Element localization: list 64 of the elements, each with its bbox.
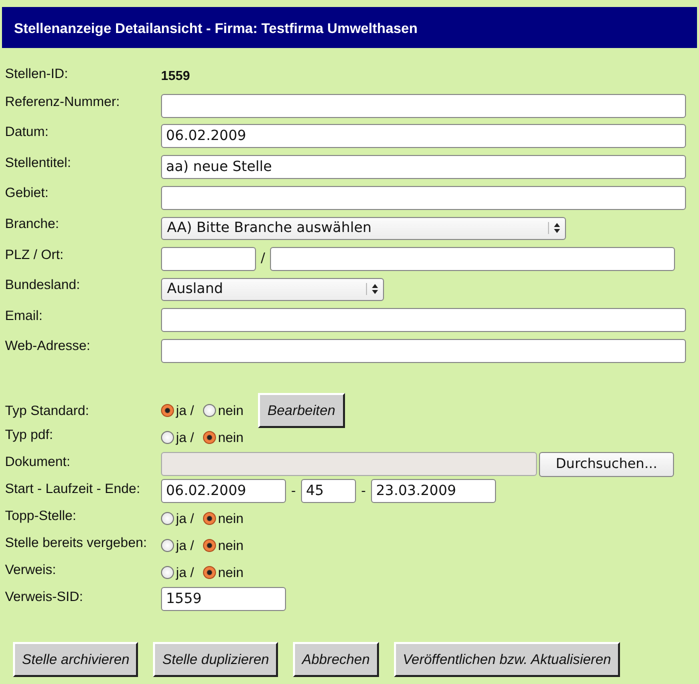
radio-button[interactable] (203, 566, 216, 579)
radio-button[interactable] (203, 538, 216, 552)
dropdown[interactable]: AA) Bitte Branche auswählen (161, 216, 566, 240)
field-label: Web-Adresse: (4, 337, 92, 354)
input-field[interactable]: 23.03.2009 (371, 479, 496, 504)
updown-arrows-icon (366, 283, 379, 296)
option-label: ja / (176, 430, 194, 445)
radio-button[interactable] (203, 404, 216, 417)
input-field[interactable]: 45 (301, 479, 356, 504)
input-field[interactable]: 1559 (161, 587, 286, 612)
field-label: Stellen-ID: (4, 65, 70, 81)
action-button[interactable]: Stelle duplizieren (153, 642, 278, 677)
field-label: Stellentitel: (4, 154, 72, 170)
input-field[interactable] (270, 246, 675, 271)
field-label: Referenz-Nummer: (4, 92, 121, 109)
dropdown[interactable]: Ausland (161, 278, 384, 301)
field-label: PLZ / Ort: (4, 246, 65, 262)
input-field[interactable]: 06.02.2009 (161, 124, 686, 148)
id-value: 1559 (161, 68, 190, 83)
input-field[interactable] (161, 308, 686, 332)
field-label: Datum: (4, 123, 50, 140)
option-label: nein (218, 510, 244, 526)
field-label: Verweis: (4, 560, 58, 577)
option-label: nein (218, 430, 244, 445)
action-button[interactable]: Stelle archivieren (13, 642, 138, 677)
field-label: Typ pdf: (4, 426, 54, 442)
field-label: Gebiet: (4, 184, 50, 200)
separator-text: - (290, 484, 297, 499)
radio-button[interactable] (203, 512, 216, 525)
field-label: Dokument: (4, 452, 72, 469)
radio-button[interactable] (161, 566, 174, 579)
option-label: nein (218, 402, 244, 418)
option-label: ja / (176, 564, 194, 580)
field-label: Start - Laufzeit - Ende: (4, 480, 142, 496)
field-label: Stelle bereits vergeben: (4, 534, 148, 550)
input-field[interactable] (161, 246, 256, 271)
option-label: ja / (176, 538, 194, 553)
radio-button[interactable] (161, 538, 174, 552)
input-field[interactable] (161, 186, 686, 210)
action-button[interactable]: Abbrechen (293, 642, 379, 677)
radio-button[interactable] (161, 430, 174, 444)
radio-button[interactable] (161, 404, 174, 417)
radio-button[interactable] (161, 512, 174, 525)
field-label: Bundesland: (4, 276, 82, 292)
input-field[interactable]: aa) neue Stelle (161, 155, 686, 180)
field-label: Branche: (4, 214, 60, 231)
separator-text: / (260, 251, 266, 266)
field-label: Topp-Stelle: (4, 506, 78, 523)
action-button[interactable]: Veröffentlichen bzw. Aktualisieren (394, 642, 620, 677)
input-field[interactable]: 06.02.2009 (161, 479, 286, 504)
field-label: Email: (4, 306, 44, 323)
option-label: nein (218, 564, 244, 580)
separator-text: - (360, 484, 367, 499)
updown-arrows-icon (548, 222, 561, 234)
option-label: ja / (176, 510, 194, 526)
field-label: Verweis-SID: (4, 588, 84, 604)
field-label: Typ Standard: (4, 402, 90, 418)
edit-button[interactable]: Bearbeiten (258, 392, 346, 428)
option-label: ja / (176, 402, 194, 418)
radio-button[interactable] (203, 430, 216, 444)
page-title: Stellenanzeige Detailansicht - Firma: Testfirma Umwelthasen (14, 20, 418, 36)
option-label: nein (218, 538, 244, 553)
input-field[interactable] (161, 338, 686, 363)
input-field[interactable] (161, 94, 686, 118)
